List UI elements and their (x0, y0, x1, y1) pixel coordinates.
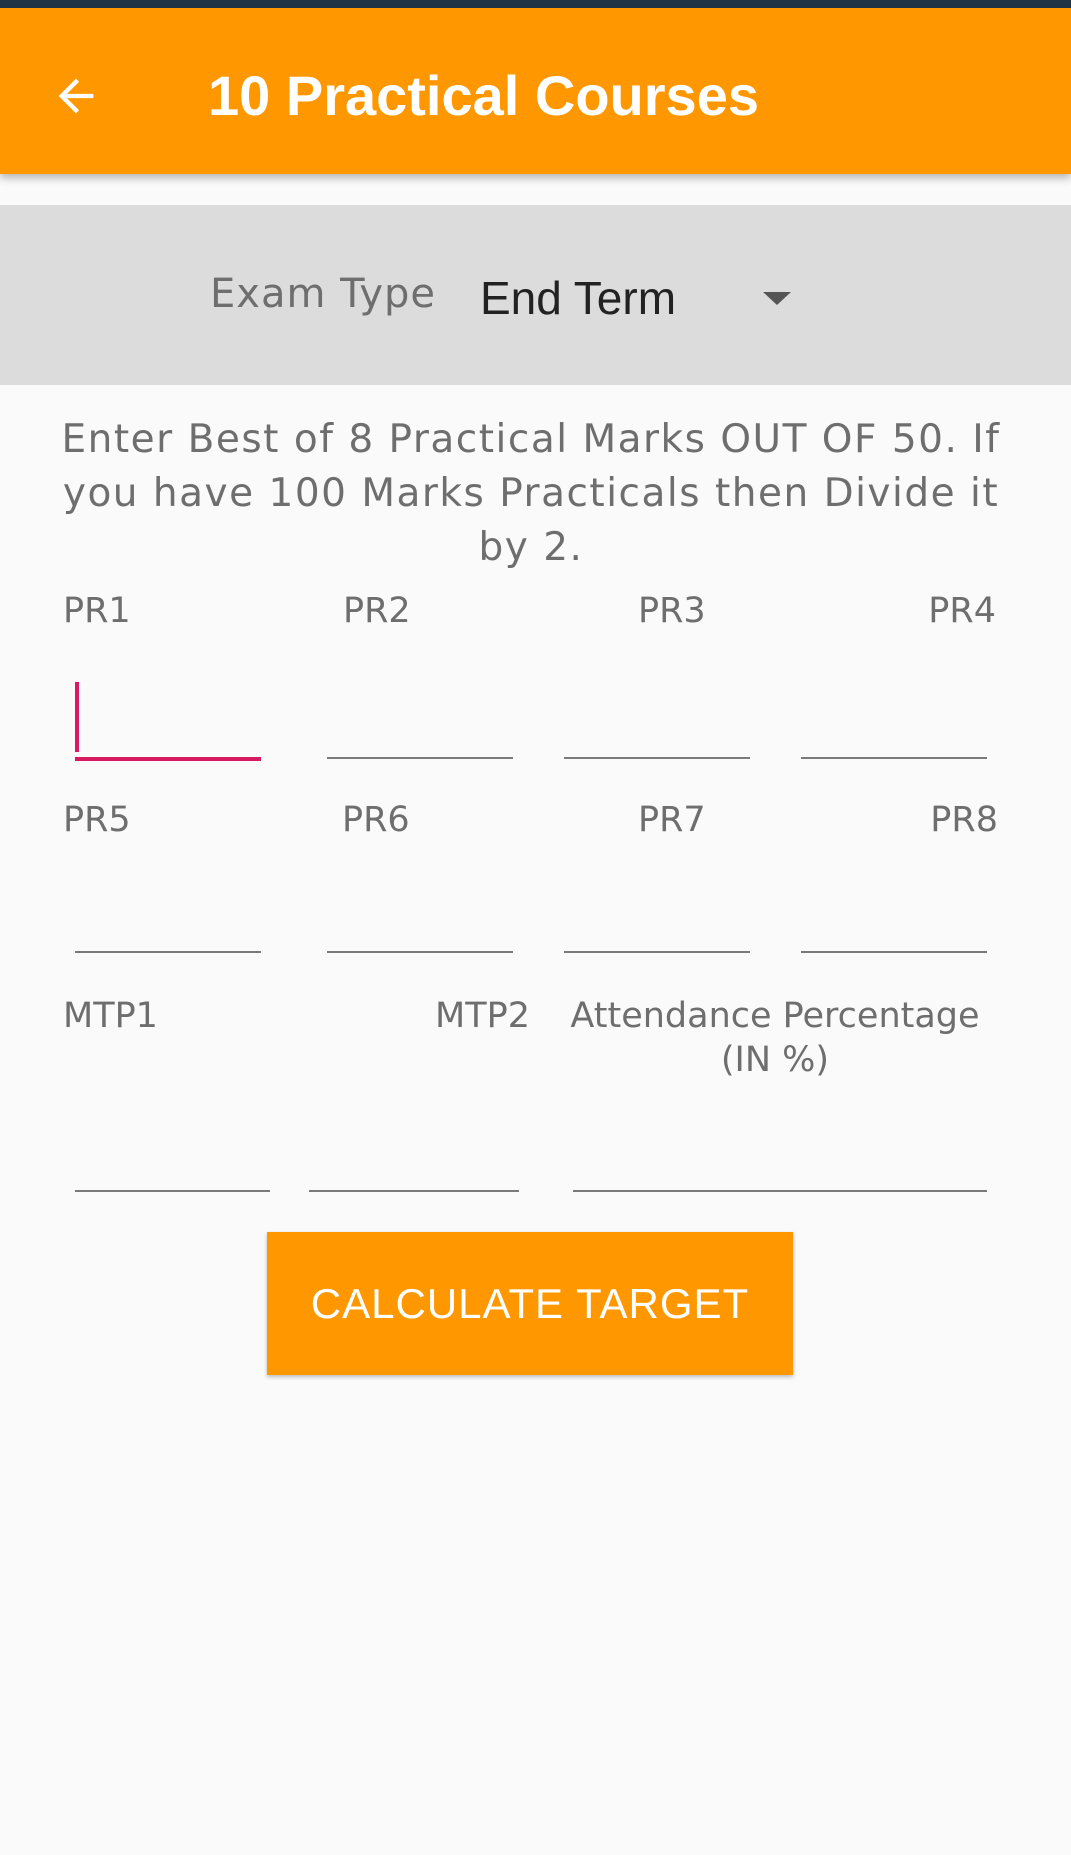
attendance-label: Attendance Percentage (IN %) (570, 996, 980, 1080)
attendance-input[interactable] (573, 1132, 987, 1192)
pr6-label: PR6 (342, 800, 410, 840)
mtp2-input[interactable] (309, 1132, 519, 1192)
pr8-input[interactable] (801, 893, 987, 953)
pr5-input[interactable] (75, 893, 261, 953)
arrow-back-icon (58, 78, 94, 114)
mtp1-input[interactable] (75, 1132, 270, 1192)
exam-type-label: Exam Type (210, 271, 437, 317)
pr6-input[interactable] (327, 893, 513, 953)
status-bar (0, 0, 1071, 8)
pr4-input[interactable] (801, 699, 987, 759)
mtp1-label: MTP1 (63, 996, 158, 1036)
back-button[interactable] (38, 58, 114, 134)
page-title: 10 Practical Courses (208, 64, 759, 127)
pr2-input[interactable] (327, 699, 513, 759)
pr3-label: PR3 (638, 591, 706, 631)
calculate-target-button[interactable]: CALCULATE TARGET (267, 1232, 793, 1375)
pr8-label: PR8 (930, 800, 998, 840)
text-cursor (75, 682, 79, 752)
exam-type-bar: Exam Type End Term (0, 205, 1071, 385)
exam-type-dropdown[interactable]: End Term (470, 255, 810, 335)
pr1-label: PR1 (63, 591, 131, 631)
exam-type-value: End Term (480, 272, 677, 324)
pr1-input[interactable] (75, 701, 261, 761)
caret-down-icon (763, 292, 791, 305)
pr3-input[interactable] (564, 699, 750, 759)
pr7-label: PR7 (638, 800, 706, 840)
pr4-label: PR4 (928, 591, 996, 631)
mtp2-label: MTP2 (435, 996, 530, 1036)
pr5-label: PR5 (63, 800, 131, 840)
app-bar: 10 Practical Courses (0, 8, 1071, 174)
pr7-input[interactable] (564, 893, 750, 953)
instruction-text: Enter Best of 8 Practical Marks OUT OF 5… (61, 417, 1001, 570)
pr2-label: PR2 (343, 591, 411, 631)
